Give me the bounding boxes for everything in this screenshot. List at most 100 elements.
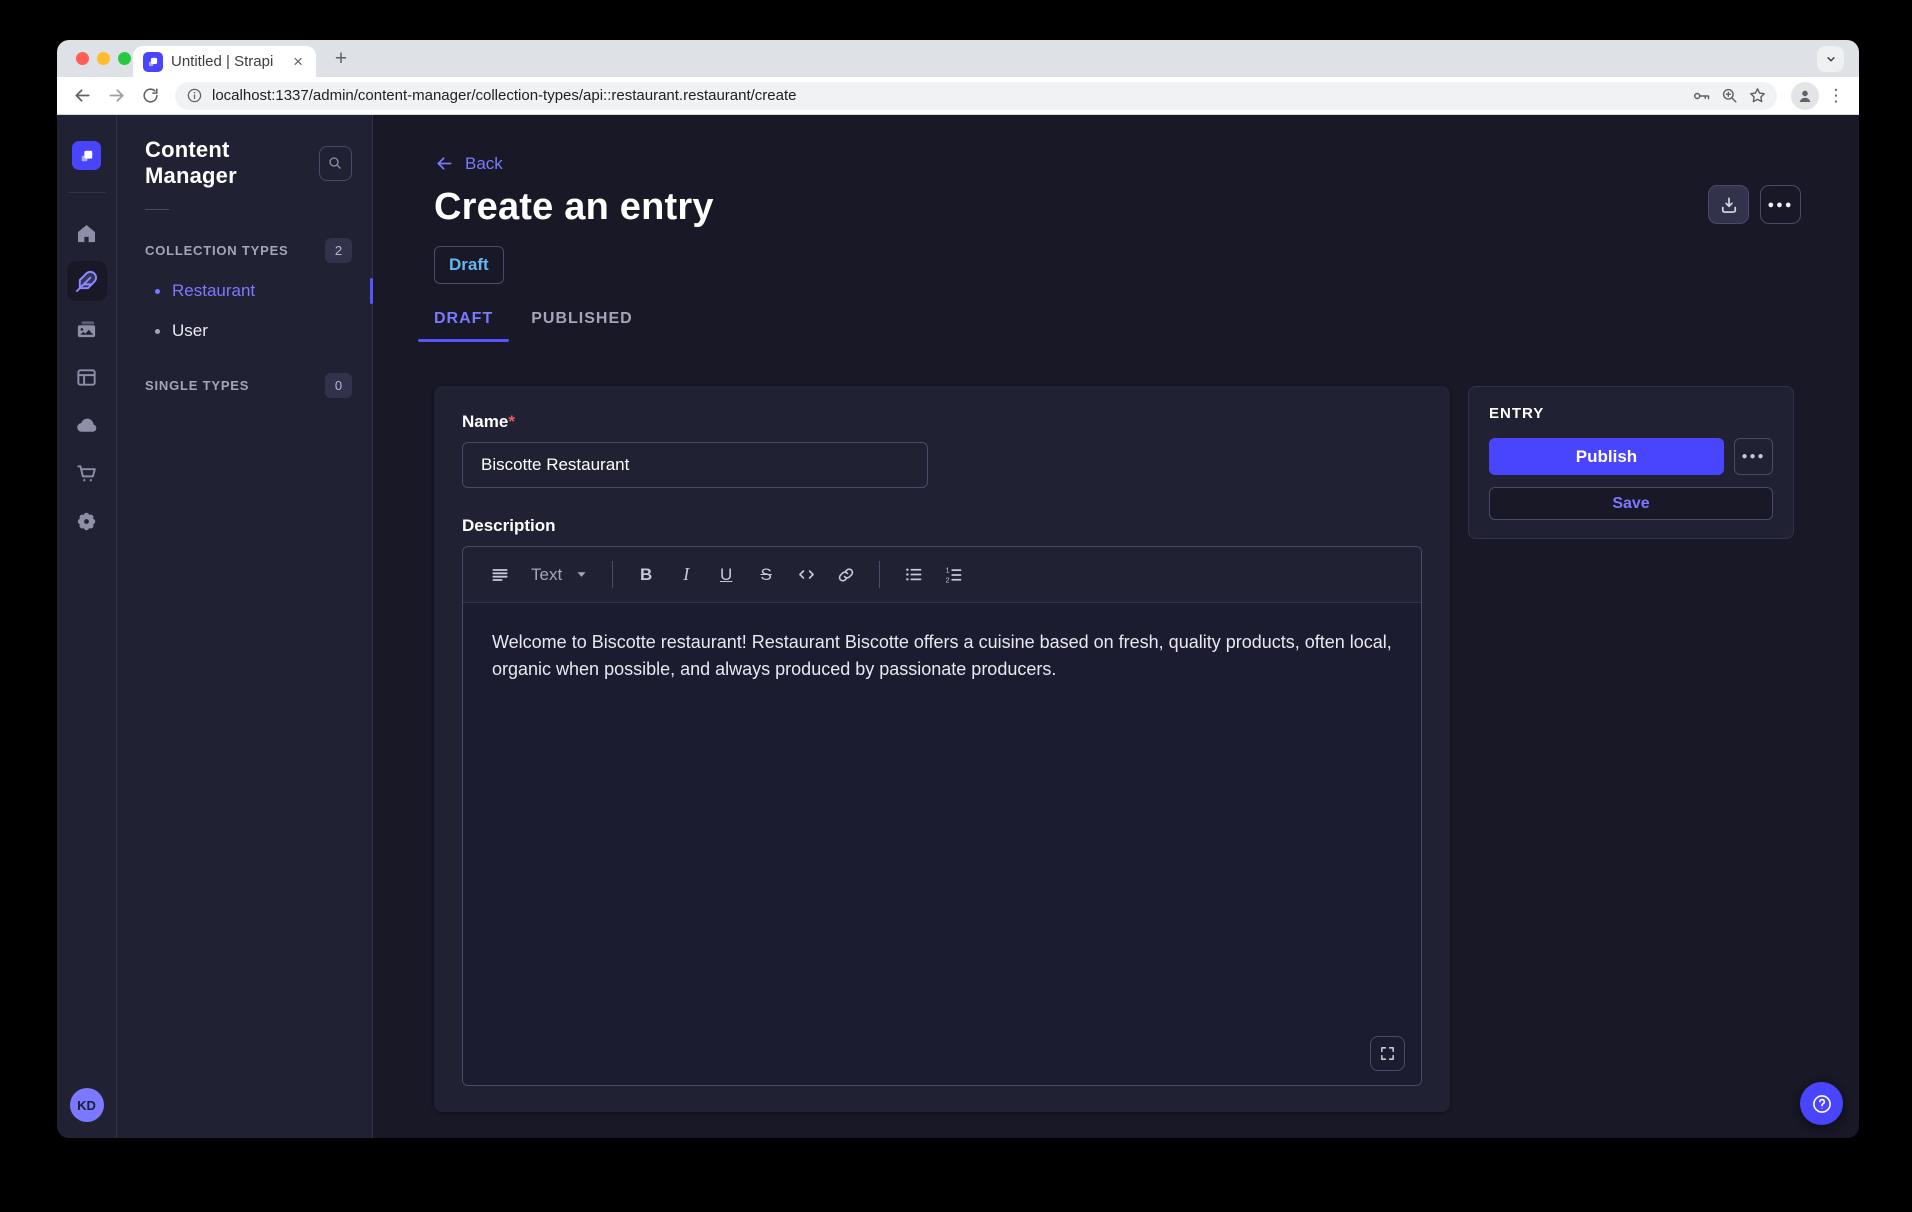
toolbar-separator (879, 561, 880, 588)
subnav-divider (145, 209, 169, 210)
underline-button[interactable]: U (709, 557, 743, 593)
svg-text:2: 2 (945, 577, 949, 584)
text-align-icon[interactable] (483, 557, 517, 593)
single-types-count-badge: 0 (325, 373, 352, 398)
export-button[interactable] (1708, 185, 1749, 224)
main-content: Back Create an entry Draft DRAFT PUBLISH… (373, 115, 1859, 1138)
nav-rail: KD (57, 115, 117, 1138)
search-button[interactable] (319, 146, 352, 181)
status-badge: Draft (434, 246, 504, 284)
save-button[interactable]: Save (1489, 487, 1773, 520)
forward-nav-icon[interactable] (101, 81, 131, 111)
version-tabs: DRAFT PUBLISHED (434, 310, 1801, 342)
strapi-app: KD Content Manager COLLECTION TYPES 2 Re… (57, 115, 1859, 1138)
required-asterisk: * (508, 412, 515, 431)
name-input[interactable] (462, 442, 928, 488)
help-button[interactable] (1800, 1082, 1843, 1125)
sidebar-item-restaurant[interactable]: Restaurant (117, 271, 372, 311)
numbered-list-icon: 12 (943, 564, 964, 585)
close-window-button[interactable] (76, 52, 89, 65)
bullet-icon (155, 289, 160, 294)
new-tab-button[interactable]: + (328, 46, 354, 72)
code-icon (796, 564, 817, 585)
entry-form-card: Name* Description Text (434, 386, 1450, 1112)
bullet-list-button[interactable] (896, 557, 930, 593)
italic-button[interactable]: I (669, 557, 703, 593)
home-icon[interactable] (67, 213, 107, 253)
expand-editor-button[interactable] (1370, 1036, 1405, 1071)
tab-published[interactable]: PUBLISHED (531, 310, 632, 342)
bullet-icon (155, 329, 160, 334)
url-text[interactable]: localhost:1337/admin/content-manager/col… (212, 87, 1682, 104)
text-style-dropdown[interactable]: Text (531, 565, 588, 585)
svg-text:1: 1 (945, 567, 949, 574)
help-question-icon (1810, 1092, 1834, 1116)
content-manager-subnav: Content Manager COLLECTION TYPES 2 Resta… (117, 115, 373, 1138)
marketplace-cart-icon[interactable] (67, 453, 107, 493)
reload-icon[interactable] (135, 81, 165, 111)
caret-down-icon (575, 568, 588, 581)
name-field-label: Name* (462, 412, 1422, 432)
bookmark-star-icon[interactable] (1748, 86, 1767, 105)
collection-types-count-badge: 2 (325, 238, 352, 263)
media-library-icon[interactable] (67, 309, 107, 349)
browser-window: Untitled | Strapi × + localhost:1337/adm… (57, 40, 1859, 1138)
bullet-list-icon (903, 564, 924, 585)
subnav-title: Content Manager (145, 137, 319, 189)
content-manager-icon[interactable] (67, 261, 107, 301)
expand-icon (1379, 1045, 1396, 1062)
entry-panel-title: ENTRY (1489, 405, 1773, 422)
code-button[interactable] (789, 557, 823, 593)
more-horizontal-icon: ●●● (1741, 451, 1765, 462)
single-types-label: SINGLE TYPES (145, 378, 249, 393)
rich-text-editor: Text B I U S (462, 546, 1422, 1086)
numbered-list-button[interactable]: 12 (936, 557, 970, 593)
download-icon (1719, 195, 1739, 215)
collection-types-label: COLLECTION TYPES (145, 243, 289, 258)
link-button[interactable] (829, 557, 863, 593)
chevron-down-icon (1824, 52, 1838, 66)
back-link[interactable]: Back (434, 153, 503, 174)
strikethrough-button[interactable]: S (749, 557, 783, 593)
search-icon (327, 155, 343, 171)
fullscreen-window-button[interactable] (118, 52, 131, 65)
tab-search-button[interactable] (1817, 46, 1844, 72)
tab-title: Untitled | Strapi (171, 53, 281, 70)
back-label: Back (465, 154, 503, 174)
tab-close-icon[interactable]: × (289, 51, 307, 72)
password-key-icon[interactable] (1691, 86, 1711, 106)
user-avatar[interactable]: KD (70, 1088, 104, 1122)
arrow-left-icon (434, 153, 455, 174)
settings-gear-icon[interactable] (67, 501, 107, 541)
zoom-in-icon[interactable] (1720, 86, 1739, 105)
editor-content[interactable]: Welcome to Biscotte restaurant! Restaura… (463, 603, 1421, 1085)
browser-tab[interactable]: Untitled | Strapi × (133, 46, 316, 77)
content-type-builder-icon[interactable] (67, 357, 107, 397)
link-icon (836, 565, 856, 585)
strapi-logo-icon[interactable] (72, 141, 101, 170)
back-nav-icon[interactable] (67, 81, 97, 111)
more-actions-button[interactable]: ●●● (1760, 185, 1801, 224)
window-controls (76, 52, 131, 65)
toolbar-separator (612, 561, 613, 588)
page-title: Create an entry (434, 184, 1801, 230)
publish-button[interactable]: Publish (1489, 438, 1724, 475)
editor-toolbar: Text B I U S (463, 547, 1421, 603)
browser-profile-icon[interactable] (1791, 82, 1819, 110)
entry-panel: ENTRY Publish ●●● Save (1468, 386, 1794, 539)
entry-more-button[interactable]: ●●● (1734, 438, 1773, 475)
browser-menu-icon[interactable]: ⋮ (1823, 81, 1849, 111)
strapi-favicon-icon (143, 52, 163, 72)
sidebar-item-user[interactable]: User (117, 311, 372, 351)
description-field-label: Description (462, 516, 1422, 536)
tab-draft[interactable]: DRAFT (434, 310, 493, 342)
site-info-icon[interactable] (186, 87, 203, 104)
bold-button[interactable]: B (629, 557, 663, 593)
cloud-icon[interactable] (67, 405, 107, 445)
tab-strip: Untitled | Strapi × + (57, 40, 1859, 77)
url-bar[interactable]: localhost:1337/admin/content-manager/col… (175, 82, 1777, 110)
active-tab-underline (418, 339, 509, 342)
rail-divider (68, 192, 106, 193)
browser-toolbar: localhost:1337/admin/content-manager/col… (57, 77, 1859, 115)
minimize-window-button[interactable] (97, 52, 110, 65)
